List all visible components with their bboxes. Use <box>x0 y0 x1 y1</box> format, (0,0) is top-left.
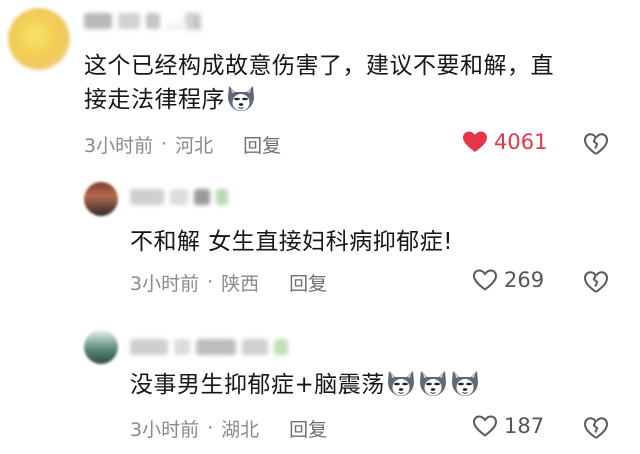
broken-heart-icon[interactable] <box>583 269 609 295</box>
like-button[interactable]: 187 <box>472 414 544 438</box>
comment-location: 湖北 <box>221 418 260 441</box>
broken-heart-icon[interactable] <box>583 415 609 441</box>
heart-outline-icon <box>472 268 498 292</box>
like-button[interactable]: 4061 <box>462 130 547 154</box>
meta-separator: · <box>207 271 214 293</box>
avatar[interactable] <box>84 330 118 364</box>
reply-button[interactable]: 回复 <box>289 269 327 296</box>
husky-emoji-icon <box>449 368 481 398</box>
avatar[interactable] <box>84 182 118 216</box>
comment-location: 陕西 <box>221 272 260 295</box>
comment-meta: 3小时前 · 陕西 回复 <box>130 269 327 296</box>
comment-time: 3小时前 <box>130 418 200 441</box>
comment-text-line: 没事男生抑郁症+脑震荡 <box>130 372 385 398</box>
comment-text[interactable]: 不和解 女生直接妇科病抑郁症! <box>130 226 610 259</box>
username-hint: …强 <box>166 12 202 33</box>
meta-separator: · <box>207 417 214 439</box>
heart-filled-icon <box>463 131 487 152</box>
comment-meta: 3小时前 · 湖北 回复 <box>130 415 327 442</box>
avatar[interactable] <box>8 8 70 70</box>
comment-text-line: 这个已经构成故意伤害了，建议不要和解，直 <box>84 53 554 79</box>
like-count: 187 <box>504 414 545 438</box>
heart-outline-icon <box>472 414 498 438</box>
reply-button[interactable]: 回复 <box>289 415 327 442</box>
meta-separator: · <box>161 133 168 155</box>
like-count: 4061 <box>494 130 548 154</box>
username[interactable] <box>130 334 288 360</box>
husky-emoji-icon <box>417 368 449 398</box>
broken-heart-icon[interactable] <box>583 131 609 157</box>
comment-meta: 3小时前 · 河北 回复 <box>84 131 281 158</box>
comment-text-line: 接走法律程序 <box>84 87 225 113</box>
like-button[interactable]: 269 <box>472 268 544 292</box>
husky-emoji-icon <box>385 368 417 398</box>
husky-emoji-icon <box>225 83 257 113</box>
comment-text-line: 不和解 女生直接妇科病抑郁症! <box>130 229 454 255</box>
comment-time: 3小时前 <box>130 272 200 295</box>
comment-location: 河北 <box>175 134 214 157</box>
comment-time: 3小时前 <box>84 134 154 157</box>
comment-text[interactable]: 没事男生抑郁症+脑震荡 <box>130 368 610 402</box>
username[interactable] <box>130 184 228 210</box>
like-count: 269 <box>504 268 545 292</box>
comment-text[interactable]: 这个已经构成故意伤害了，建议不要和解，直 接走法律程序 <box>84 50 624 117</box>
username[interactable]: …强 <box>84 8 202 34</box>
reply-button[interactable]: 回复 <box>243 131 281 158</box>
